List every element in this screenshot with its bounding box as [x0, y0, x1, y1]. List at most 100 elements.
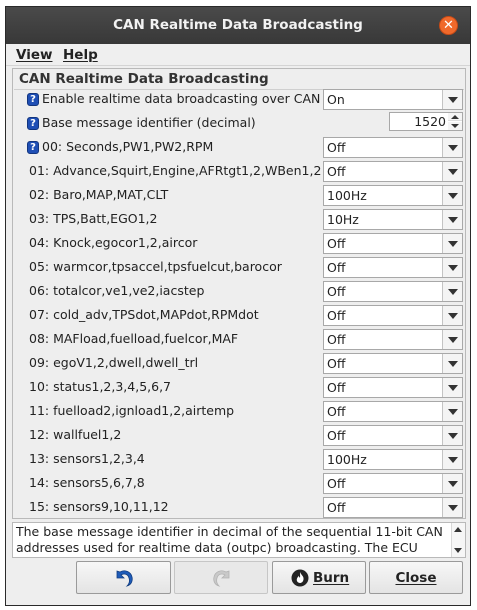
chevron-down-icon[interactable] — [442, 234, 462, 253]
rate-value: Off — [327, 236, 346, 251]
enable-broadcast-select[interactable]: On — [323, 89, 463, 110]
redo-icon — [213, 570, 230, 587]
chevron-down-icon[interactable] — [442, 90, 462, 109]
rate-value: Off — [327, 284, 346, 299]
chevron-down-icon[interactable] — [442, 498, 462, 517]
menu-help-label: Help — [63, 47, 98, 63]
menu-view-label: View — [16, 47, 53, 63]
rate-select[interactable]: 100Hz — [323, 449, 463, 470]
window-title: CAN Realtime Data Broadcasting — [113, 17, 363, 33]
rate-select[interactable]: Off — [323, 305, 463, 326]
chevron-down-icon[interactable] — [442, 282, 462, 301]
help-icon[interactable]: ? — [27, 141, 39, 154]
rate-value: Off — [327, 500, 346, 515]
rate-select[interactable]: 10Hz — [323, 209, 463, 230]
help-icon[interactable]: ? — [27, 93, 39, 106]
burn-button-label: Burn — [313, 570, 350, 586]
row-label: 11: fuelload2,ignload1,2,airtemp — [29, 403, 235, 418]
chevron-down-icon[interactable] — [442, 330, 462, 349]
enable-broadcast-value: On — [327, 92, 345, 107]
dialog-window: CAN Realtime Data Broadcasting ✕ View He… — [5, 6, 471, 606]
rate-select[interactable]: Off — [323, 161, 463, 182]
chevron-down-icon[interactable] — [442, 378, 462, 397]
rate-select[interactable]: Off — [323, 377, 463, 398]
scroll-down-icon[interactable] — [454, 548, 462, 553]
rate-select[interactable]: Off — [323, 329, 463, 350]
help-scrollbar[interactable] — [451, 523, 465, 557]
row-label: 09: egoV1,2,dwell,dwell_trl — [29, 355, 199, 370]
burn-button[interactable]: Burn — [272, 561, 366, 594]
rate-value: Off — [327, 356, 346, 371]
rate-select[interactable]: Off — [323, 257, 463, 278]
rate-value: Off — [327, 140, 346, 155]
row-label: 12: wallfuel1,2 — [29, 427, 122, 442]
rate-value: Off — [327, 428, 346, 443]
row-label: 14: sensors5,6,7,8 — [29, 475, 145, 490]
row-label: 03: TPS,Batt,EGO1,2 — [29, 211, 158, 226]
chevron-down-icon[interactable] — [442, 354, 462, 373]
row-label: 02: Baro,MAP,MAT,CLT — [29, 187, 169, 202]
undo-icon — [116, 570, 133, 587]
chevron-down-icon[interactable] — [442, 162, 462, 181]
flame-icon — [291, 569, 309, 587]
enable-broadcast-label: Enable realtime data broadcasting over C… — [42, 91, 321, 106]
rate-select[interactable]: Off — [323, 497, 463, 518]
row-label: 04: Knock,egocor1,2,aircor — [29, 235, 198, 250]
chevron-down-icon[interactable] — [442, 138, 462, 157]
settings-panel: CAN Realtime Data Broadcasting ? Enable … — [12, 68, 466, 519]
rate-select[interactable]: Off — [323, 401, 463, 422]
row-label: 10: status1,2,3,4,5,6,7 — [29, 379, 172, 394]
chevron-down-icon[interactable] — [442, 426, 462, 445]
rate-value: Off — [327, 404, 346, 419]
rate-select[interactable]: 100Hz — [323, 185, 463, 206]
chevron-down-icon[interactable] — [442, 186, 462, 205]
close-button-label: Close — [395, 570, 437, 586]
redo-button[interactable] — [174, 561, 268, 594]
row-label: 13: sensors1,2,3,4 — [29, 451, 145, 466]
row-label: 07: cold_adv,TPSdot,MAPdot,RPMdot — [29, 307, 259, 322]
rate-value: 100Hz — [327, 188, 367, 203]
chevron-down-icon[interactable] — [442, 402, 462, 421]
rate-value: Off — [327, 164, 346, 179]
row-label: 01: Advance,Squirt,Engine,AFRtgt1,2,WBen… — [29, 163, 322, 178]
rate-value: 100Hz — [327, 452, 367, 467]
close-button[interactable]: Close — [369, 561, 463, 594]
rate-select[interactable]: Off — [323, 281, 463, 302]
chevron-down-icon[interactable] — [442, 306, 462, 325]
menu-help[interactable]: Help — [63, 47, 98, 63]
row-label: 08: MAFload,fuelload,fuelcor,MAF — [29, 331, 239, 346]
rate-value: Off — [327, 380, 346, 395]
help-text-area[interactable]: The base message identifier in decimal o… — [12, 522, 466, 558]
row-label: 15: sensors9,10,11,12 — [29, 499, 169, 514]
rate-value: Off — [327, 476, 346, 491]
menu-view[interactable]: View — [16, 47, 52, 63]
row-label: 06: totalcor,ve1,ve2,iacstep — [29, 283, 205, 298]
spinner-up-icon[interactable] — [448, 113, 462, 121]
help-icon[interactable]: ? — [27, 117, 39, 130]
chevron-down-icon[interactable] — [442, 450, 462, 469]
base-id-value[interactable]: 1520 — [390, 114, 446, 129]
row-label: 05: warmcor,tpsaccel,tpsfuelcut,barocor — [29, 259, 282, 274]
undo-button[interactable] — [76, 561, 171, 594]
scroll-up-icon[interactable] — [454, 527, 462, 532]
panel-title: CAN Realtime Data Broadcasting — [19, 71, 269, 87]
rate-select[interactable]: Off — [323, 425, 463, 446]
row-label: 00: Seconds,PW1,PW2,RPM — [42, 139, 214, 154]
rate-select[interactable]: Off — [323, 233, 463, 254]
window-close-button[interactable]: ✕ — [439, 16, 458, 35]
title-bar[interactable]: CAN Realtime Data Broadcasting ✕ — [6, 7, 470, 44]
rate-value: Off — [327, 308, 346, 323]
spinner-down-icon[interactable] — [448, 122, 462, 130]
base-id-spinner[interactable]: 1520 — [389, 112, 463, 131]
rate-select[interactable]: Off — [323, 473, 463, 494]
menu-bar: View Help — [6, 44, 470, 66]
rate-select[interactable]: Off — [323, 353, 463, 374]
rate-select[interactable]: Off — [323, 137, 463, 158]
rate-value: Off — [327, 332, 346, 347]
chevron-down-icon[interactable] — [442, 474, 462, 493]
rate-value: Off — [327, 260, 346, 275]
rate-value: 10Hz — [327, 212, 359, 227]
chevron-down-icon[interactable] — [442, 258, 462, 277]
chevron-down-icon[interactable] — [442, 210, 462, 229]
base-id-label: Base message identifier (decimal) — [42, 115, 256, 130]
